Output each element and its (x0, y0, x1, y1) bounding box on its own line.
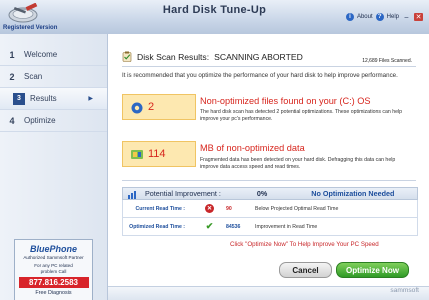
optimizations-title: Non-optimized files found on your (C:) O… (200, 96, 371, 106)
fragmented-desc: Fragmented data has been detected on you… (200, 157, 396, 170)
optimized-read-time-value: 84536 (226, 223, 241, 230)
sidebar-item-label: Optimize (24, 116, 56, 125)
sidebar-item-label: Scan (24, 72, 43, 81)
partner-line-2: problem Call (40, 269, 67, 274)
sidebar-item-scan[interactable]: 2 Scan (0, 66, 107, 88)
bluephone-logo: BluePhone (29, 244, 77, 254)
title-controls: i About ? Help – ✕ (345, 13, 423, 21)
row-desc: Improvement in Read Time (255, 223, 318, 230)
row-label: Current Read Time : (135, 205, 185, 212)
sidebar: 1 Welcome 2 Scan 3 Results ▶ 4 Optimize … (0, 34, 108, 300)
divider (122, 180, 416, 181)
checkmark-icon: ✔ (205, 221, 214, 231)
help-icon: ? (375, 13, 384, 21)
sidebar-item-results[interactable]: 3 Results ▶ (0, 88, 107, 110)
about-link[interactable]: About (357, 14, 373, 20)
improvement-header: Potential Improvement : 0% No Optimizati… (122, 187, 418, 200)
optimize-hint: Click "Optimize Now" To Help Improve You… (230, 241, 379, 248)
step-number: 2 (9, 71, 15, 82)
sidebar-item-label: Welcome (24, 50, 58, 59)
defrag-icon (131, 150, 143, 159)
error-x-icon: ✕ (205, 204, 214, 213)
improvement-percent: 0% (256, 189, 268, 198)
optimizations-count: 2 (148, 101, 155, 113)
gear-icon (131, 102, 143, 114)
step-number: 3 (13, 92, 25, 105)
help-link[interactable]: Help (387, 14, 399, 20)
partner-phone: 877.816.2583 (18, 277, 89, 288)
scan-status: SCANNING ABORTED (214, 51, 303, 62)
active-arrow-icon: ▶ (88, 96, 93, 102)
current-read-time-row: Current Read Time : ✕ 90 Below Projected… (122, 200, 418, 218)
improvement-status: No Optimization Needed (311, 189, 395, 198)
bar-chart-icon (128, 191, 136, 199)
partner-subtitle: Authorized Sammsoft Partner (23, 255, 84, 260)
close-button[interactable]: ✕ (414, 13, 423, 21)
optimize-now-button[interactable]: Optimize Now (336, 262, 409, 278)
cancel-button[interactable]: Cancel (279, 262, 332, 278)
optimizations-desc: The hard disk scan has detected 2 potent… (200, 109, 403, 122)
footer-bar (108, 286, 429, 300)
fragmented-mb: 114 (148, 148, 166, 160)
main-panel: Disk Scan Results: SCANNING ABORTED 12,6… (108, 34, 429, 300)
info-icon: i (345, 13, 354, 21)
improvement-label: Potential Improvement : (145, 189, 221, 198)
divider (122, 66, 416, 67)
sidebar-item-label: Results (30, 94, 57, 103)
row-desc: Below Projected Optimal Read Time (255, 205, 339, 212)
fragmented-title: MB of non-optimized data (200, 143, 305, 153)
intro-text: It is recommended that you optimize the … (122, 72, 398, 79)
header-prefix: Disk Scan Results: (137, 51, 210, 62)
current-read-time-value: 90 (226, 205, 232, 212)
fragmented-data-box: 114 (122, 141, 196, 167)
partner-banner[interactable]: BluePhone Authorized Sammsoft Partner Fo… (14, 239, 93, 300)
step-number: 4 (9, 115, 15, 126)
files-scanned: 12,689 Files Scanned. (362, 58, 412, 64)
partner-diagnosis: Free Diagnosis (35, 290, 72, 296)
sidebar-item-welcome[interactable]: 1 Welcome (0, 44, 107, 66)
results-header: Disk Scan Results: SCANNING ABORTED (122, 51, 303, 62)
minimize-button[interactable]: – (402, 13, 411, 21)
clipboard-check-icon (122, 51, 132, 62)
optimized-read-time-row: Optimized Read Time : ✔ 84536 Improvemen… (122, 218, 418, 236)
brand-logo: sammsoft (390, 287, 419, 294)
title-bar: Registered Version Hard Disk Tune-Up i A… (0, 0, 429, 34)
sidebar-item-optimize[interactable]: 4 Optimize (0, 110, 107, 132)
registration-label: Registered Version (3, 25, 58, 31)
step-number: 1 (9, 49, 15, 60)
optimizations-count-box: 2 (122, 94, 196, 120)
row-label: Optimized Read Time : (129, 223, 185, 230)
